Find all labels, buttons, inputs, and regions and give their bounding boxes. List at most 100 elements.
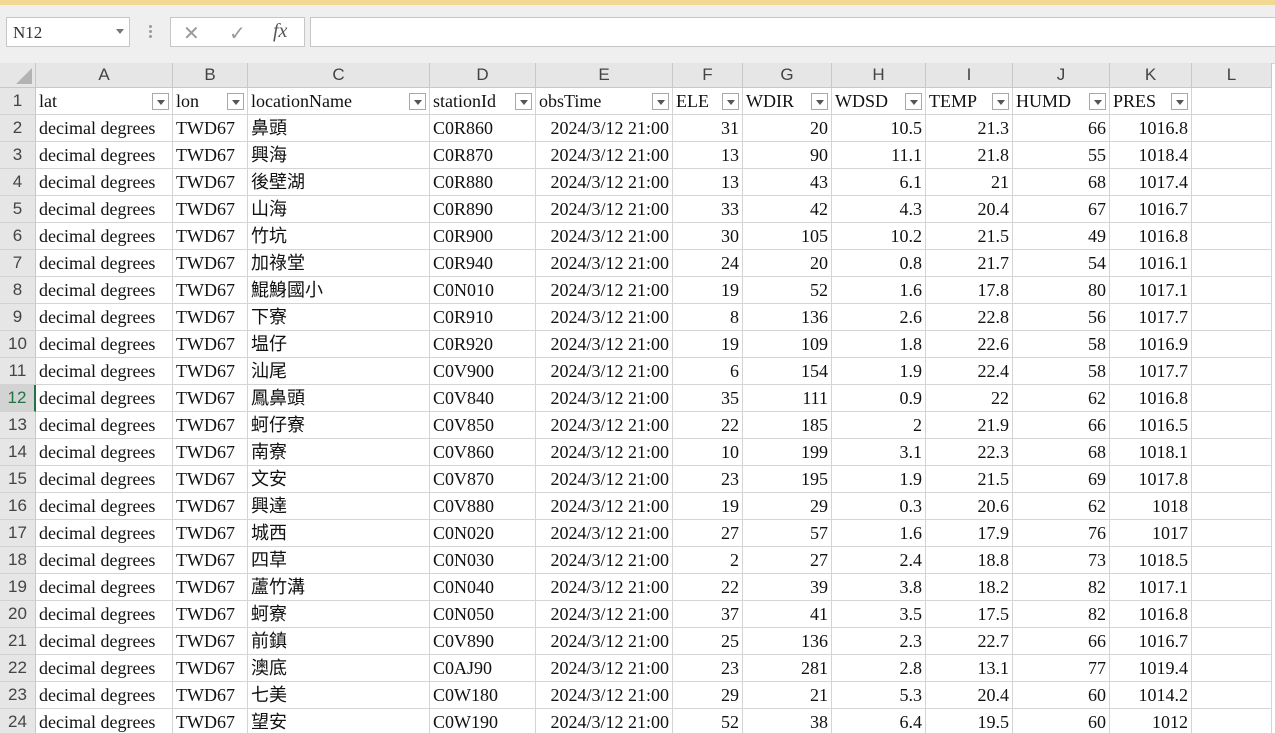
cell-a23[interactable]: decimal degrees — [36, 682, 173, 709]
column-header-f[interactable]: F — [673, 63, 743, 88]
cell-i7[interactable]: 21.7 — [926, 250, 1013, 277]
cell-f15[interactable]: 23 — [673, 466, 743, 493]
cell-a14[interactable]: decimal degrees — [36, 439, 173, 466]
cell-a19[interactable]: decimal degrees — [36, 574, 173, 601]
empty-cell[interactable] — [1192, 682, 1272, 709]
row-header-10[interactable]: 10 — [0, 331, 36, 358]
cell-d16[interactable]: C0V880 — [430, 493, 536, 520]
header-cell-ele[interactable]: ELE — [673, 88, 743, 115]
cell-i17[interactable]: 17.9 — [926, 520, 1013, 547]
cell-d12[interactable]: C0V840 — [430, 385, 536, 412]
cell-c3[interactable]: 興海 — [248, 142, 430, 169]
cell-f14[interactable]: 10 — [673, 439, 743, 466]
cell-e13[interactable]: 2024/3/12 21:00 — [536, 412, 673, 439]
cell-d3[interactable]: C0R870 — [430, 142, 536, 169]
cell-f16[interactable]: 19 — [673, 493, 743, 520]
drag-handle-icon[interactable] — [149, 25, 152, 39]
row-header-3[interactable]: 3 — [0, 142, 36, 169]
cell-e5[interactable]: 2024/3/12 21:00 — [536, 196, 673, 223]
cell-i11[interactable]: 22.4 — [926, 358, 1013, 385]
cell-b9[interactable]: TWD67 — [173, 304, 248, 331]
header-cell-wdsd[interactable]: WDSD — [832, 88, 926, 115]
cell-d15[interactable]: C0V870 — [430, 466, 536, 493]
cell-h10[interactable]: 1.8 — [832, 331, 926, 358]
cell-f22[interactable]: 23 — [673, 655, 743, 682]
empty-cell[interactable] — [1192, 412, 1272, 439]
cell-a17[interactable]: decimal degrees — [36, 520, 173, 547]
filter-dropdown-icon[interactable] — [515, 93, 532, 110]
cell-k24[interactable]: 1012 — [1110, 709, 1192, 733]
column-header-k[interactable]: K — [1110, 63, 1192, 88]
cell-a9[interactable]: decimal degrees — [36, 304, 173, 331]
cell-k13[interactable]: 1016.5 — [1110, 412, 1192, 439]
cell-k6[interactable]: 1016.8 — [1110, 223, 1192, 250]
empty-cell[interactable] — [1192, 493, 1272, 520]
cell-c24[interactable]: 望安 — [248, 709, 430, 733]
empty-cell[interactable] — [1192, 250, 1272, 277]
cell-k21[interactable]: 1016.7 — [1110, 628, 1192, 655]
cell-i21[interactable]: 22.7 — [926, 628, 1013, 655]
cell-e11[interactable]: 2024/3/12 21:00 — [536, 358, 673, 385]
empty-cell[interactable] — [1192, 655, 1272, 682]
cell-j14[interactable]: 68 — [1013, 439, 1110, 466]
cell-e24[interactable]: 2024/3/12 21:00 — [536, 709, 673, 733]
cell-k12[interactable]: 1016.8 — [1110, 385, 1192, 412]
cell-f3[interactable]: 13 — [673, 142, 743, 169]
cell-g16[interactable]: 29 — [743, 493, 832, 520]
cell-c11[interactable]: 汕尾 — [248, 358, 430, 385]
cell-b14[interactable]: TWD67 — [173, 439, 248, 466]
cell-c16[interactable]: 興達 — [248, 493, 430, 520]
column-header-g[interactable]: G — [743, 63, 832, 88]
cell-h5[interactable]: 4.3 — [832, 196, 926, 223]
name-box[interactable]: N12 — [6, 17, 130, 47]
cell-a4[interactable]: decimal degrees — [36, 169, 173, 196]
cell-g18[interactable]: 27 — [743, 547, 832, 574]
cell-c20[interactable]: 蚵寮 — [248, 601, 430, 628]
header-cell-pres[interactable]: PRES — [1110, 88, 1192, 115]
cell-k19[interactable]: 1017.1 — [1110, 574, 1192, 601]
cell-c10[interactable]: 塭仔 — [248, 331, 430, 358]
row-header-16[interactable]: 16 — [0, 493, 36, 520]
cell-a22[interactable]: decimal degrees — [36, 655, 173, 682]
cell-f21[interactable]: 25 — [673, 628, 743, 655]
header-cell-lon[interactable]: lon — [173, 88, 248, 115]
cell-d4[interactable]: C0R880 — [430, 169, 536, 196]
cell-b24[interactable]: TWD67 — [173, 709, 248, 733]
cell-j12[interactable]: 62 — [1013, 385, 1110, 412]
cell-c6[interactable]: 竹坑 — [248, 223, 430, 250]
cell-e10[interactable]: 2024/3/12 21:00 — [536, 331, 673, 358]
cell-f24[interactable]: 52 — [673, 709, 743, 733]
row-header-17[interactable]: 17 — [0, 520, 36, 547]
cell-d11[interactable]: C0V900 — [430, 358, 536, 385]
cell-i19[interactable]: 18.2 — [926, 574, 1013, 601]
cell-a7[interactable]: decimal degrees — [36, 250, 173, 277]
cell-a20[interactable]: decimal degrees — [36, 601, 173, 628]
cell-g17[interactable]: 57 — [743, 520, 832, 547]
empty-cell[interactable] — [1192, 574, 1272, 601]
cell-f4[interactable]: 13 — [673, 169, 743, 196]
cell-c21[interactable]: 前鎮 — [248, 628, 430, 655]
header-cell-lat[interactable]: lat — [36, 88, 173, 115]
row-header-19[interactable]: 19 — [0, 574, 36, 601]
cell-j24[interactable]: 60 — [1013, 709, 1110, 733]
row-header-9[interactable]: 9 — [0, 304, 36, 331]
cell-b7[interactable]: TWD67 — [173, 250, 248, 277]
header-cell-locationname[interactable]: locationName — [248, 88, 430, 115]
empty-cell[interactable] — [1192, 88, 1272, 115]
cell-d6[interactable]: C0R900 — [430, 223, 536, 250]
cell-c22[interactable]: 澳底 — [248, 655, 430, 682]
cell-i8[interactable]: 17.8 — [926, 277, 1013, 304]
cell-b17[interactable]: TWD67 — [173, 520, 248, 547]
cell-i9[interactable]: 22.8 — [926, 304, 1013, 331]
cell-h7[interactable]: 0.8 — [832, 250, 926, 277]
filter-dropdown-icon[interactable] — [1089, 93, 1106, 110]
empty-cell[interactable] — [1192, 385, 1272, 412]
cell-f18[interactable]: 2 — [673, 547, 743, 574]
cell-j9[interactable]: 56 — [1013, 304, 1110, 331]
cell-i3[interactable]: 21.8 — [926, 142, 1013, 169]
empty-cell[interactable] — [1192, 709, 1272, 733]
cell-e18[interactable]: 2024/3/12 21:00 — [536, 547, 673, 574]
row-header-14[interactable]: 14 — [0, 439, 36, 466]
cell-g19[interactable]: 39 — [743, 574, 832, 601]
empty-cell[interactable] — [1192, 520, 1272, 547]
